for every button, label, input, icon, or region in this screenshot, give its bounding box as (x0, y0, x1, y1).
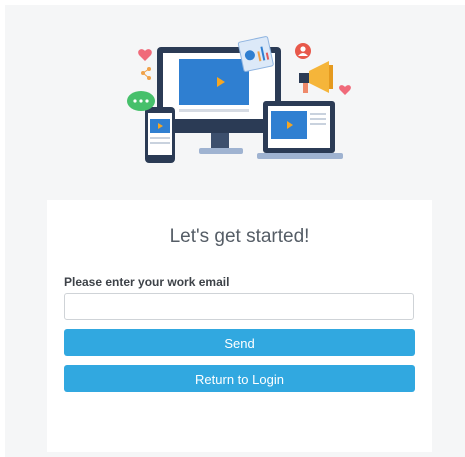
devices-illustration (123, 35, 359, 167)
share-icon (141, 67, 151, 80)
send-button[interactable]: Send (64, 329, 415, 356)
get-started-card: Let's get started! Please enter your wor… (47, 200, 432, 452)
return-to-login-button[interactable]: Return to Login (64, 365, 415, 392)
phone-icon (145, 107, 175, 163)
email-label: Please enter your work email (64, 275, 230, 289)
heart-icon (138, 49, 152, 61)
page-title: Let's get started! (169, 226, 310, 247)
heart-icon (339, 85, 351, 95)
user-icon (295, 43, 311, 59)
email-field[interactable] (64, 293, 414, 320)
megaphone-icon (299, 61, 333, 93)
page-background: Let's get started! Please enter your wor… (5, 5, 465, 457)
chart-card-icon (237, 36, 274, 72)
laptop-icon (257, 101, 343, 159)
chat-bubble-icon (127, 91, 155, 111)
